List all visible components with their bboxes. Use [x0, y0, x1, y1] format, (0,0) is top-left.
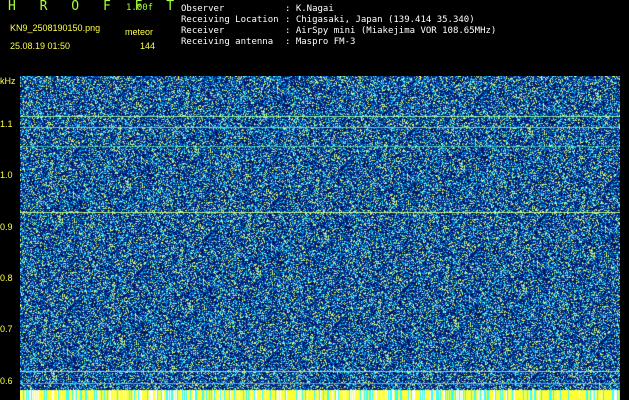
tag-label: meteor — [125, 27, 154, 37]
frequency-tick-label: 0.9 — [0, 221, 13, 232]
frequency-tick-label: 0.6 — [0, 375, 13, 386]
antenna-value: : Maspro FM-3 — [285, 37, 356, 47]
datetime-label: 25.08.19 01:50 — [10, 41, 71, 51]
frequency-unit-label: kHz — [0, 76, 16, 86]
count-label: 144 — [140, 41, 156, 51]
spectrogram-canvas — [20, 76, 620, 400]
spectrogram-plot — [20, 76, 620, 400]
antenna-label: Receiving antenna — [181, 37, 274, 47]
frequency-tick-label: 1.1 — [0, 119, 13, 129]
receiver-value: : AirSpy mini (Miakejima VOR 108.65MHz) — [285, 26, 497, 36]
location-value: : Chigasaki, Japan (139.414 35.340) — [285, 15, 475, 25]
observer-label: Observer — [181, 4, 225, 14]
frequency-tick-label: 0.7 — [0, 324, 13, 335]
observer-value: : K.Nagai — [285, 4, 334, 14]
location-label: Receiving Location — [181, 15, 279, 25]
hrofft-window: H R O F F T 1.00f KN9_2508190150.png met… — [0, 0, 629, 400]
frequency-tick-label: 1.0 — [0, 170, 13, 181]
frequency-tick-label: 0.8 — [0, 272, 13, 283]
app-title: H R O F F T — [8, 0, 183, 14]
filename-label: KN9_2508190150.png — [10, 23, 101, 33]
version-label: 1.00f — [126, 3, 154, 13]
receiver-label: Receiver — [181, 26, 225, 36]
